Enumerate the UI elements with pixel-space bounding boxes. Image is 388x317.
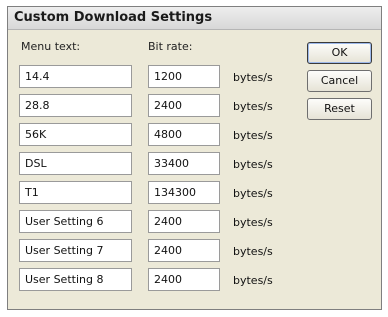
unit-label-6: bytes/s bbox=[233, 216, 273, 229]
menu-text-field-1[interactable]: 14.4 bbox=[19, 65, 132, 88]
ok-button[interactable]: OK bbox=[307, 42, 372, 64]
unit-label-3: bytes/s bbox=[233, 129, 273, 142]
unit-label-1: bytes/s bbox=[233, 71, 273, 84]
menu-text-field-2[interactable]: 28.8 bbox=[19, 94, 132, 117]
unit-label-7: bytes/s bbox=[233, 245, 273, 258]
unit-label-2: bytes/s bbox=[233, 100, 273, 113]
menu-text-field-5[interactable]: T1 bbox=[19, 181, 132, 204]
bit-rate-field-6[interactable]: 2400 bbox=[148, 210, 220, 233]
unit-label-4: bytes/s bbox=[233, 158, 273, 171]
menu-text-field-3[interactable]: 56K bbox=[19, 123, 132, 146]
bit-rate-field-3[interactable]: 4800 bbox=[148, 123, 220, 146]
title-bar: Custom Download Settings bbox=[8, 7, 381, 30]
reset-button[interactable]: Reset bbox=[307, 98, 372, 120]
menu-text-header: Menu text: bbox=[21, 40, 81, 53]
unit-label-5: bytes/s bbox=[233, 187, 273, 200]
bit-rate-field-1[interactable]: 1200 bbox=[148, 65, 220, 88]
custom-download-settings-dialog: Custom Download Settings Menu text: Bit … bbox=[7, 6, 382, 310]
bit-rate-field-7[interactable]: 2400 bbox=[148, 239, 220, 262]
bit-rate-header: Bit rate: bbox=[148, 40, 193, 53]
bit-rate-field-4[interactable]: 33400 bbox=[148, 152, 220, 175]
menu-text-field-4[interactable]: DSL bbox=[19, 152, 132, 175]
bit-rate-field-8[interactable]: 2400 bbox=[148, 268, 220, 291]
bit-rate-field-2[interactable]: 2400 bbox=[148, 94, 220, 117]
menu-text-field-7[interactable]: User Setting 7 bbox=[19, 239, 132, 262]
unit-label-8: bytes/s bbox=[233, 274, 273, 287]
menu-text-field-8[interactable]: User Setting 8 bbox=[19, 268, 132, 291]
bit-rate-field-5[interactable]: 134300 bbox=[148, 181, 220, 204]
menu-text-field-6[interactable]: User Setting 6 bbox=[19, 210, 132, 233]
dialog-title: Custom Download Settings bbox=[14, 10, 213, 25]
cancel-button[interactable]: Cancel bbox=[307, 70, 372, 92]
